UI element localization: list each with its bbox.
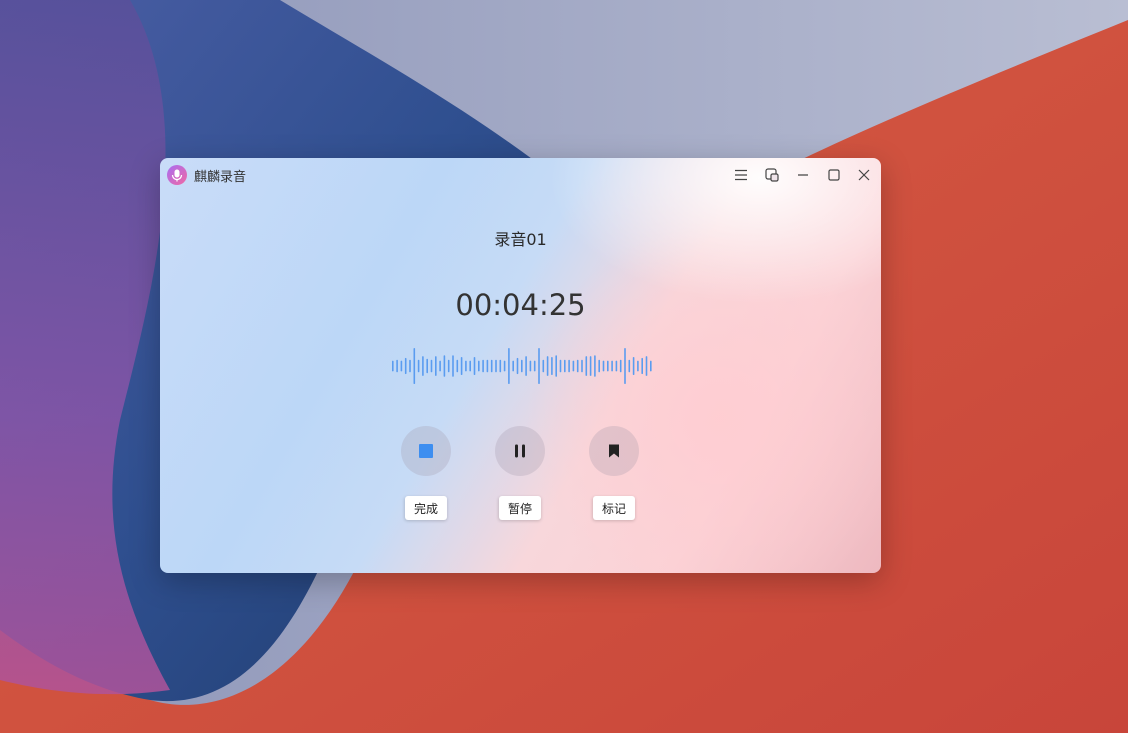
stop-icon [419,444,433,458]
waveform-bar [503,360,506,372]
waveform-bar [490,359,493,373]
waveform-bar [650,360,652,372]
minimize-button[interactable] [792,165,814,185]
recording-timer: 00:04:25 [455,288,586,322]
mark-button[interactable] [589,426,639,476]
waveform-bar [542,359,545,373]
waveform-bar [495,359,497,373]
waveform-bar [611,360,613,372]
maximize-icon [828,169,840,181]
mini-mode-button[interactable] [761,165,783,185]
close-icon [858,169,870,181]
waveform-bar [452,355,454,377]
waveform-bar [568,359,570,373]
waveform-bar [521,359,523,373]
waveform-bar [555,355,557,377]
menu-icon [735,169,747,181]
waveform-bar [443,355,446,377]
waveform-bar [641,357,643,375]
maximize-button[interactable] [823,165,845,185]
recording-name: 录音01 [494,230,547,249]
waveform-bar [645,356,648,376]
waveform-bar [482,359,484,373]
waveform-bar [499,359,502,373]
waveform-bar [572,360,575,372]
waveform-bar [551,357,553,375]
pause-button[interactable] [495,426,545,476]
waveform-bar [589,356,592,376]
waveform-bar [602,360,605,372]
waveform [392,348,652,384]
waveform-bar [615,360,618,372]
waveform-bar [400,360,403,372]
waveform-bar [413,348,416,384]
waveform-bar [529,360,532,372]
waveform-bar [512,360,514,372]
mini-mode-icon [765,168,779,182]
microphone-icon [167,165,187,185]
waveform-bar [607,360,609,372]
waveform-bar [637,360,639,372]
waveform-bar [585,356,588,376]
waveform-bar [469,360,471,372]
waveform-bar [559,359,562,373]
waveform-bar [426,358,428,374]
waveform-bar [465,360,467,372]
title-bar: 麒麟录音 [160,158,881,192]
waveform-bar [508,348,510,384]
waveform-bar [460,357,463,375]
waveform-bar [396,359,398,373]
waveform-bar [456,359,459,373]
waveform-bar [516,357,519,375]
waveform-bar [546,356,549,376]
finish-label[interactable]: 完成 [404,496,448,520]
mark-label[interactable]: 标记 [592,496,636,520]
waveform-bar [422,356,424,376]
waveform-bar [581,359,583,373]
waveform-bar [624,348,626,384]
waveform-bar [392,360,394,372]
waveform-bar [525,356,527,376]
waveform-bar [576,359,579,373]
close-button[interactable] [853,165,875,185]
waveform-bar [628,359,631,373]
recorder-window: 麒麟录音 录音01 00:04:25 完成 暂停 标记 [160,158,881,573]
waveform-bar [478,360,480,372]
waveform-bar [430,359,433,373]
bookmark-icon [609,444,619,458]
finish-button[interactable] [401,426,451,476]
waveform-bar [619,359,622,373]
pause-icon [515,444,525,458]
waveform-bar [447,359,450,373]
waveform-bar [473,357,476,375]
waveform-bar [632,357,635,375]
waveform-bar [439,360,441,372]
waveform-bar [435,356,437,376]
waveform-bar [594,355,596,377]
waveform-bar [533,360,536,372]
waveform-bar [564,359,566,373]
waveform-bar [417,359,420,373]
waveform-bar [538,348,540,384]
waveform-bar [404,357,407,375]
waveform-bar [409,359,411,373]
app-title: 麒麟录音 [194,170,247,185]
pause-label[interactable]: 暂停 [498,496,542,520]
minimize-icon [798,174,808,176]
menu-button[interactable] [730,165,752,185]
waveform-bar [598,359,600,373]
waveform-bar [486,359,489,373]
